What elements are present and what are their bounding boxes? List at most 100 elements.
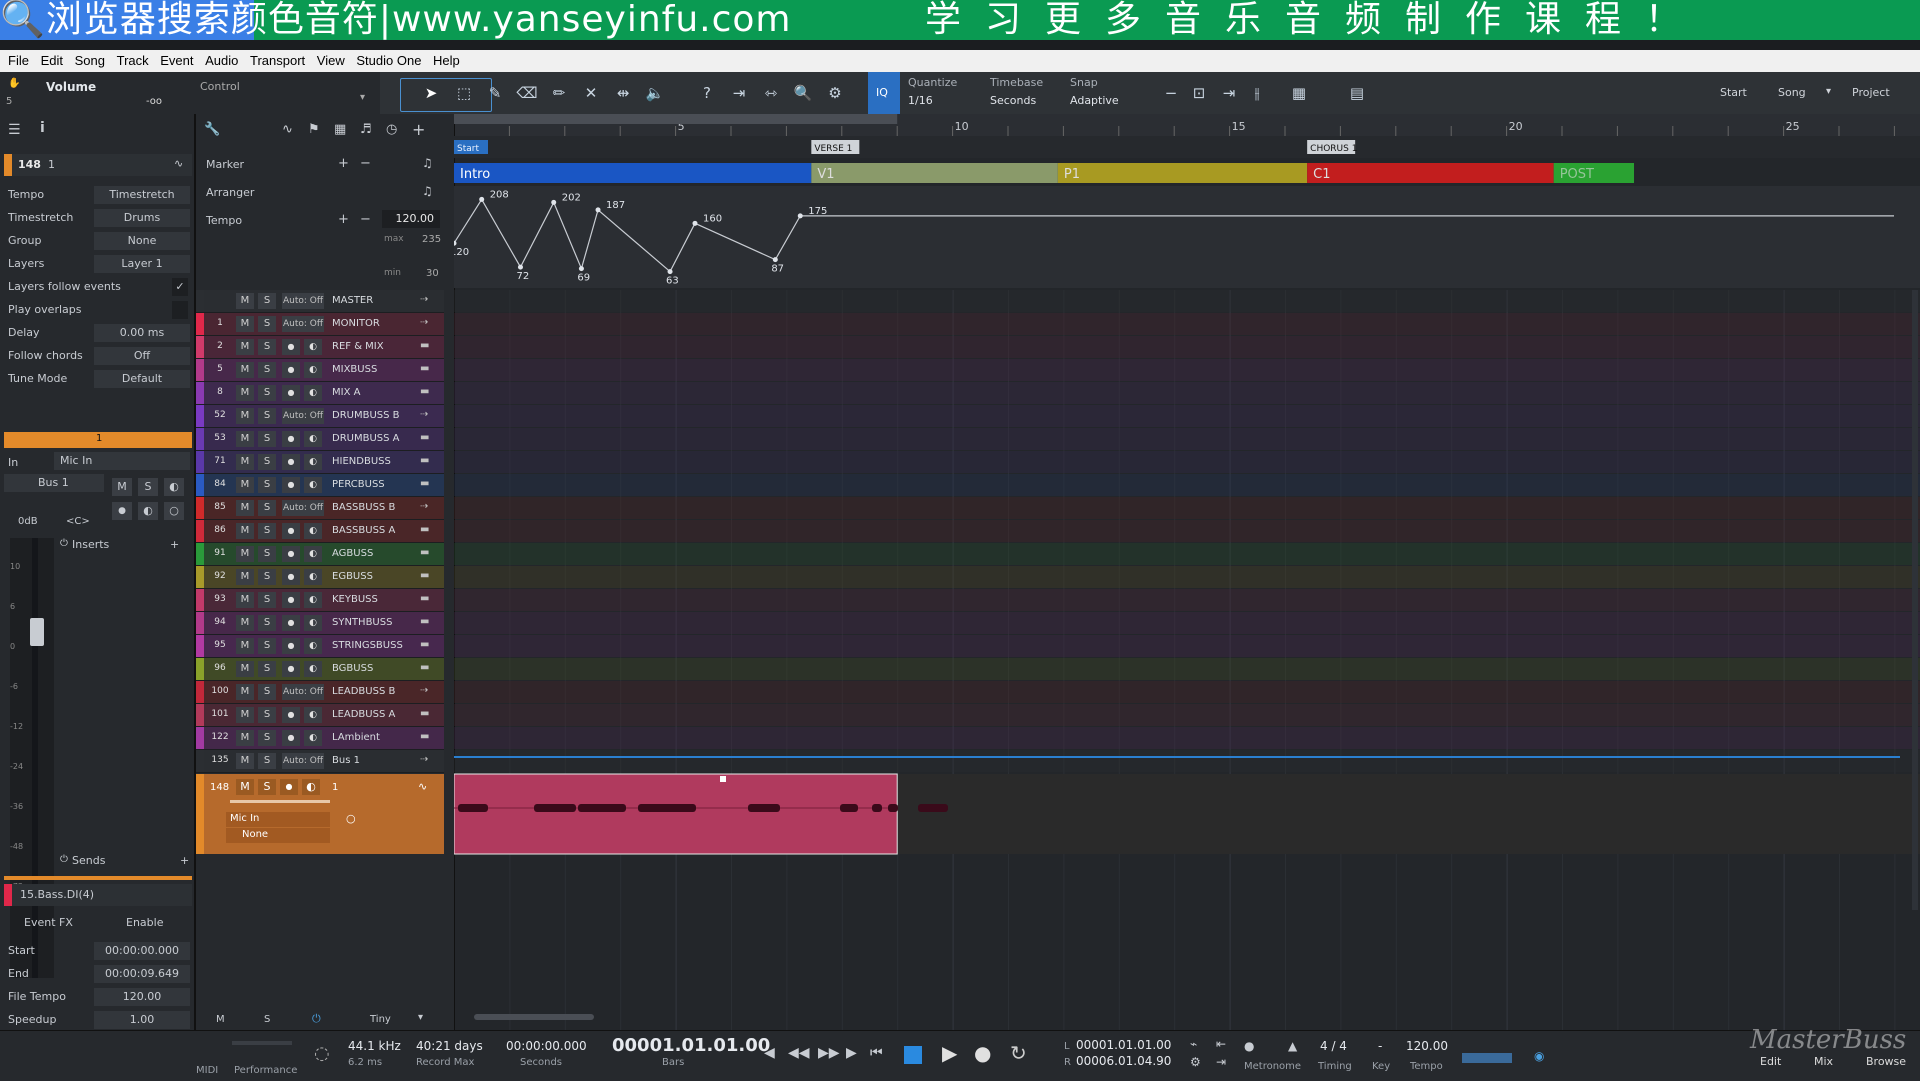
menu-event[interactable]: Event xyxy=(160,50,193,68)
tempo-toggle-icon[interactable]: ◷ xyxy=(386,122,397,137)
track-row[interactable]: 92 M S ● ◐ EGBUSS ▬ xyxy=(196,566,444,589)
track-mute-button[interactable]: M xyxy=(236,569,254,585)
track-solo-button[interactable]: S xyxy=(258,592,276,608)
track-mute-button[interactable]: M xyxy=(236,592,254,608)
track-solo-button[interactable]: S xyxy=(258,500,276,516)
folder-icon[interactable]: ▬ xyxy=(420,731,429,742)
bus-icon[interactable]: ⇢ xyxy=(420,501,428,512)
snap-event-icon[interactable]: ⊡ xyxy=(1188,82,1210,104)
monitor-icon[interactable]: ◐ xyxy=(304,707,322,723)
track-lane[interactable] xyxy=(454,520,1920,542)
arranger-section[interactable]: V1 xyxy=(811,163,1058,183)
tempo-lane[interactable] xyxy=(454,186,1920,288)
track-mute-button[interactable]: M xyxy=(236,431,254,447)
preroll-icon[interactable]: ⇤ xyxy=(1216,1037,1226,1051)
listen-tool-icon[interactable]: 🔈 xyxy=(644,82,666,104)
track-lane[interactable] xyxy=(454,405,1920,427)
track-lane[interactable] xyxy=(454,543,1920,565)
autoscroll-icon[interactable]: ⇿ xyxy=(760,82,782,104)
monitor-icon[interactable]: ◐ xyxy=(302,779,320,795)
track-mute-button[interactable]: M xyxy=(236,293,254,309)
record-icon[interactable]: ● xyxy=(282,385,300,401)
wrench-icon[interactable]: 🔧 xyxy=(204,122,220,137)
record-icon[interactable]: ● xyxy=(282,592,300,608)
metronome-icon[interactable]: ● xyxy=(1244,1039,1254,1053)
track-row[interactable]: 86 M S ● ◐ BASSBUSS A ▬ xyxy=(196,520,444,543)
record-icon[interactable]: ● xyxy=(282,707,300,723)
play-icon[interactable]: ▶ xyxy=(942,1041,957,1065)
track-row[interactable]: 96 M S ● ◐ BGBUSS ▬ xyxy=(196,658,444,681)
track-name[interactable]: Bus 1 xyxy=(332,755,360,766)
folder-icon[interactable]: ▬ xyxy=(420,639,429,650)
mute-button[interactable]: M xyxy=(112,478,132,496)
track-solo-button[interactable]: S xyxy=(258,546,276,562)
browse-button[interactable]: Browse xyxy=(1866,1055,1906,1068)
monitor-icon[interactable]: ◐ xyxy=(304,385,322,401)
track-name[interactable]: REF & MIX xyxy=(332,341,384,352)
track-mute-button[interactable]: M xyxy=(236,753,254,769)
start-button[interactable]: Start xyxy=(1720,86,1747,99)
arranger-section[interactable]: POST xyxy=(1553,163,1635,183)
folder-icon[interactable]: ▬ xyxy=(420,616,429,627)
record-icon[interactable]: ● xyxy=(282,454,300,470)
arranger-toggle-icon[interactable]: ▦ xyxy=(334,122,346,137)
monitor-icon[interactable]: ◐ xyxy=(304,546,322,562)
automation-mode[interactable]: Auto: Off xyxy=(282,316,324,332)
rewind-icon[interactable]: ◀◀ xyxy=(788,1045,810,1061)
sends-power-icon[interactable]: ⏻ xyxy=(60,854,68,865)
event-row-value[interactable]: 00:00:00.000 xyxy=(94,942,190,960)
track-name[interactable]: MIXBUSS xyxy=(332,364,377,375)
track-mute-button[interactable]: M xyxy=(236,523,254,539)
arranger-note-icon[interactable]: ♫ xyxy=(422,184,433,198)
split-tool-icon[interactable]: ✎ xyxy=(484,82,506,104)
track-row[interactable]: 101 M S ● ◐ LEADBUSS A ▬ xyxy=(196,704,444,727)
inserts-power-icon[interactable]: ⏻ xyxy=(60,538,68,549)
track-name[interactable]: LEADBUSS A xyxy=(332,709,395,720)
record-icon[interactable]: ● xyxy=(282,569,300,585)
track-row[interactable]: 95 M S ● ◐ STRINGSBUSS ▬ xyxy=(196,635,444,658)
remove-tempo-icon[interactable]: − xyxy=(360,212,371,227)
track-lane[interactable] xyxy=(454,566,1920,588)
input-select[interactable]: Mic In xyxy=(54,452,190,470)
monitor-icon[interactable]: ◐ xyxy=(304,454,322,470)
track-name[interactable]: SYNTHBUSS xyxy=(332,617,392,628)
monitor-icon[interactable]: ◐ xyxy=(304,615,322,631)
add-tempo-icon[interactable]: + xyxy=(338,212,349,227)
track-row[interactable]: 93 M S ● ◐ KEYBUSS ▬ xyxy=(196,589,444,612)
track-lane[interactable] xyxy=(454,428,1920,450)
monitor-icon[interactable]: ◐ xyxy=(304,592,322,608)
menu-view[interactable]: View xyxy=(317,50,345,68)
folder-icon[interactable]: ▬ xyxy=(420,662,429,673)
track-solo-button[interactable]: S xyxy=(258,362,276,378)
tempo-point[interactable] xyxy=(551,199,557,205)
help-icon[interactable]: ? xyxy=(696,82,718,104)
record-icon[interactable]: ● xyxy=(282,339,300,355)
record-icon[interactable]: ● xyxy=(282,661,300,677)
metronome-tool-icon[interactable]: ⚙ xyxy=(824,82,846,104)
folder-icon[interactable]: ▬ xyxy=(420,432,429,443)
monitor-icon[interactable]: ◐ xyxy=(304,431,322,447)
event-row-value[interactable]: 00:00:09.649 xyxy=(94,965,190,983)
automation-mode[interactable]: Auto: Off xyxy=(282,684,324,700)
inspector-row-value[interactable]: Off xyxy=(94,347,190,365)
vertical-scrollbar[interactable] xyxy=(1912,290,1918,910)
track-solo-button[interactable]: S xyxy=(258,569,276,585)
time-bars-value[interactable]: 00001.01.01.00 xyxy=(612,1035,770,1056)
record-icon[interactable]: ● xyxy=(282,431,300,447)
forward-icon[interactable]: ▶▶ xyxy=(818,1045,840,1061)
track-lane[interactable] xyxy=(454,290,1920,312)
monitor-icon[interactable]: ◐ xyxy=(304,569,322,585)
track-name[interactable]: MONITOR xyxy=(332,318,380,329)
monitor-icon[interactable]: ◐ xyxy=(304,661,322,677)
track-row[interactable]: 2 M S ● ◐ REF & MIX ▬ xyxy=(196,336,444,359)
track-mute-button[interactable]: M xyxy=(236,661,254,677)
track-mute-button[interactable]: M xyxy=(236,316,254,332)
track-name[interactable]: BASSBUSS A xyxy=(332,525,395,536)
track-name[interactable]: KEYBUSS xyxy=(332,594,378,605)
tempo-value[interactable]: 120.00 xyxy=(1406,1039,1448,1053)
arranger-section[interactable]: P1 xyxy=(1057,163,1308,183)
bus-icon[interactable]: ⇢ xyxy=(420,754,428,765)
record-icon[interactable]: ● xyxy=(974,1041,991,1065)
track-solo-button[interactable]: S xyxy=(258,408,276,424)
add-send-icon[interactable]: + xyxy=(180,854,189,867)
